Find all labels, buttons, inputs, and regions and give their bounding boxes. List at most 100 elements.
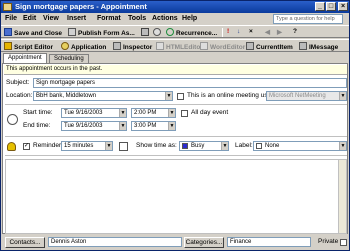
application-icon bbox=[61, 42, 69, 50]
location-value: BbH bank, Middletown bbox=[36, 93, 97, 99]
help-search-input[interactable]: Type a question for help bbox=[273, 14, 343, 24]
busy-color-swatch bbox=[182, 143, 188, 149]
menu-file[interactable]: File bbox=[5, 15, 17, 22]
info-bar: This appointment occurs in the past. bbox=[4, 65, 347, 75]
categories-input[interactable]: Finance bbox=[227, 237, 311, 247]
save-close-button[interactable]: Save and Close bbox=[4, 28, 62, 37]
online-meeting-value: Microsoft NetMeeting bbox=[269, 93, 326, 99]
recurrence-button[interactable]: Recurrence... bbox=[166, 28, 217, 37]
close-window-button[interactable]: × bbox=[338, 2, 348, 11]
menu-help[interactable]: Help bbox=[182, 15, 197, 22]
reminder-checkbox[interactable]: ✓ bbox=[23, 143, 30, 150]
online-meeting-select[interactable]: Microsoft NetMeeting ▼ bbox=[266, 91, 347, 101]
end-date-value: Tue 9/16/2003 bbox=[64, 123, 103, 129]
html-editor-label: HTMLEditor bbox=[166, 44, 203, 51]
end-date-input[interactable]: Tue 9/16/2003 ▼ bbox=[61, 121, 127, 131]
start-date-input[interactable]: Tue 9/16/2003 ▼ bbox=[61, 108, 127, 118]
start-time-input[interactable]: 2:00 PM ▼ bbox=[131, 108, 176, 118]
toolbar-separator bbox=[222, 28, 223, 37]
low-importance-icon[interactable]: ↓ bbox=[237, 28, 240, 35]
all-day-label: All day event bbox=[191, 109, 229, 116]
script-editor-label: Script Editor bbox=[14, 44, 54, 51]
publish-form-label: Publish Form As... bbox=[78, 30, 135, 37]
notes-scrollbar[interactable] bbox=[338, 160, 346, 233]
start-date-dropdown-icon[interactable]: ▼ bbox=[119, 109, 126, 117]
location-input[interactable]: BbH bank, Middletown ▼ bbox=[33, 91, 173, 101]
inspector-label: Inspector bbox=[123, 44, 153, 51]
current-item-button[interactable]: CurrentItem bbox=[246, 42, 293, 51]
online-meeting-checkbox[interactable] bbox=[177, 93, 184, 100]
appointment-window: Sign mortgage papers - Appointment _ □ ×… bbox=[0, 0, 350, 251]
outlook-spy-toolbar: Script Editor Application Inspector HTML… bbox=[1, 39, 349, 52]
next-item-icon[interactable]: ▶ bbox=[277, 28, 282, 36]
menu-bar: File Edit View Insert Format Tools Actio… bbox=[1, 13, 349, 25]
inspector-button[interactable]: Inspector bbox=[113, 42, 152, 51]
word-editor-label: WordEditor bbox=[210, 44, 246, 51]
tab-appointment[interactable]: Appointment bbox=[3, 53, 47, 63]
script-editor-button[interactable]: Script Editor bbox=[4, 42, 53, 51]
reminder-select[interactable]: 15 minutes ▼ bbox=[61, 141, 113, 151]
end-time-label: End time: bbox=[23, 122, 51, 129]
location-dropdown-icon[interactable]: ▼ bbox=[165, 92, 172, 100]
subject-input[interactable]: Sign mortgage papers bbox=[33, 78, 347, 88]
sound-icon[interactable] bbox=[119, 142, 128, 151]
clock-icon bbox=[7, 114, 18, 125]
current-item-label: CurrentItem bbox=[256, 44, 293, 51]
bottom-bar: Contacts... Dennis Aston Categories... F… bbox=[1, 235, 349, 250]
word-editor-button[interactable]: WordEditor bbox=[200, 42, 245, 51]
label-select[interactable]: None ▼ bbox=[253, 141, 347, 151]
recurrence-label: Recurrence... bbox=[176, 30, 218, 37]
end-time-input[interactable]: 3:00 PM ▼ bbox=[131, 121, 176, 131]
menu-actions[interactable]: Actions bbox=[152, 15, 178, 22]
menu-edit[interactable]: Edit bbox=[23, 15, 36, 22]
divider bbox=[5, 104, 347, 105]
appointment-panel: This appointment occurs in the past. Sub… bbox=[2, 63, 348, 234]
maximize-button[interactable]: □ bbox=[326, 2, 336, 11]
reminder-dropdown-icon[interactable]: ▼ bbox=[105, 142, 112, 150]
script-editor-icon bbox=[4, 42, 12, 50]
delete-button[interactable]: × bbox=[249, 28, 253, 35]
subject-label: Subject: bbox=[6, 79, 30, 86]
application-label: Application bbox=[71, 44, 107, 51]
publish-icon bbox=[68, 28, 76, 36]
start-date-value: Tue 9/16/2003 bbox=[64, 110, 103, 116]
inspector-icon bbox=[113, 42, 121, 50]
attach-button[interactable] bbox=[153, 28, 163, 37]
end-time-dropdown-icon[interactable]: ▼ bbox=[168, 122, 175, 130]
menu-format[interactable]: Format bbox=[97, 15, 121, 22]
html-editor-button[interactable]: HTMLEditor bbox=[156, 42, 203, 51]
menu-insert[interactable]: Insert bbox=[67, 15, 86, 22]
menu-tools[interactable]: Tools bbox=[128, 15, 146, 22]
show-time-dropdown-icon[interactable]: ▼ bbox=[221, 142, 228, 150]
start-time-value: 2:00 PM bbox=[134, 110, 157, 116]
label-value: None bbox=[265, 143, 280, 149]
title-bar[interactable]: Sign mortgage papers - Appointment _ □ × bbox=[1, 1, 349, 13]
contacts-button[interactable]: Contacts... bbox=[5, 237, 45, 248]
help-icon[interactable]: ? bbox=[293, 28, 297, 35]
contacts-input[interactable]: Dennis Aston bbox=[48, 237, 182, 247]
print-button[interactable] bbox=[141, 28, 151, 37]
show-time-select[interactable]: Busy ▼ bbox=[179, 141, 229, 151]
tab-scheduling[interactable]: Scheduling bbox=[49, 54, 89, 63]
application-button[interactable]: Application bbox=[61, 42, 106, 51]
divider bbox=[5, 155, 347, 156]
private-label: Private bbox=[318, 238, 339, 245]
notes-area[interactable] bbox=[5, 159, 347, 234]
high-importance-icon[interactable]: ! bbox=[227, 28, 229, 35]
private-checkbox[interactable] bbox=[340, 239, 347, 246]
previous-item-icon[interactable]: ◀ bbox=[265, 28, 270, 36]
start-time-dropdown-icon[interactable]: ▼ bbox=[168, 109, 175, 117]
imessage-button[interactable]: IMessage bbox=[299, 42, 338, 51]
end-date-dropdown-icon[interactable]: ▼ bbox=[119, 122, 126, 130]
print-icon bbox=[141, 28, 149, 36]
online-meeting-dropdown-icon: ▼ bbox=[339, 92, 346, 100]
menu-view[interactable]: View bbox=[43, 15, 59, 22]
label-dropdown-icon[interactable]: ▼ bbox=[339, 142, 346, 150]
imessage-icon bbox=[299, 42, 307, 50]
minimize-button[interactable]: _ bbox=[315, 2, 325, 11]
online-meeting-label: This is an online meeting using: bbox=[187, 92, 279, 99]
standard-toolbar: Save and Close Publish Form As... Recurr… bbox=[1, 25, 349, 38]
publish-form-button[interactable]: Publish Form As... bbox=[68, 28, 135, 37]
all-day-checkbox[interactable] bbox=[181, 110, 188, 117]
categories-button[interactable]: Categories... bbox=[184, 237, 224, 248]
